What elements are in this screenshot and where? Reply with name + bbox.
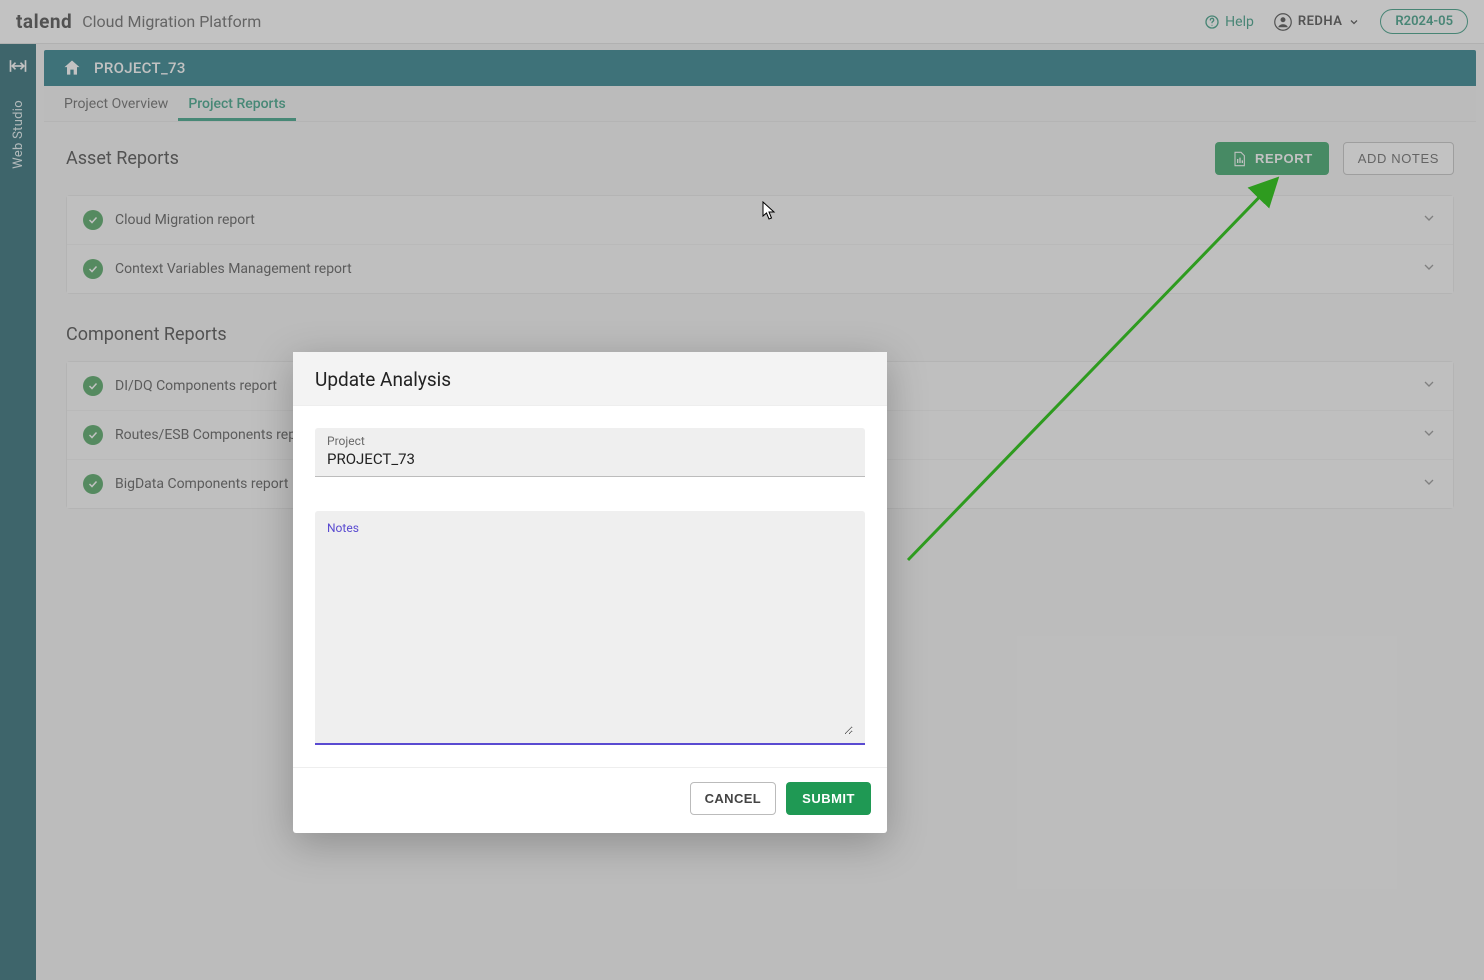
modal-title: Update Analysis <box>293 352 887 406</box>
cancel-button[interactable]: CANCEL <box>690 782 777 815</box>
submit-button[interactable]: SUBMIT <box>786 782 871 815</box>
notes-field[interactable]: Notes <box>315 511 865 745</box>
project-field: Project PROJECT_73 <box>315 428 865 477</box>
notes-field-label: Notes <box>327 521 853 535</box>
project-field-value: PROJECT_73 <box>327 450 853 468</box>
update-analysis-modal: Update Analysis Project PROJECT_73 Notes… <box>293 352 887 833</box>
project-field-label: Project <box>327 434 853 448</box>
notes-textarea[interactable] <box>327 535 853 735</box>
